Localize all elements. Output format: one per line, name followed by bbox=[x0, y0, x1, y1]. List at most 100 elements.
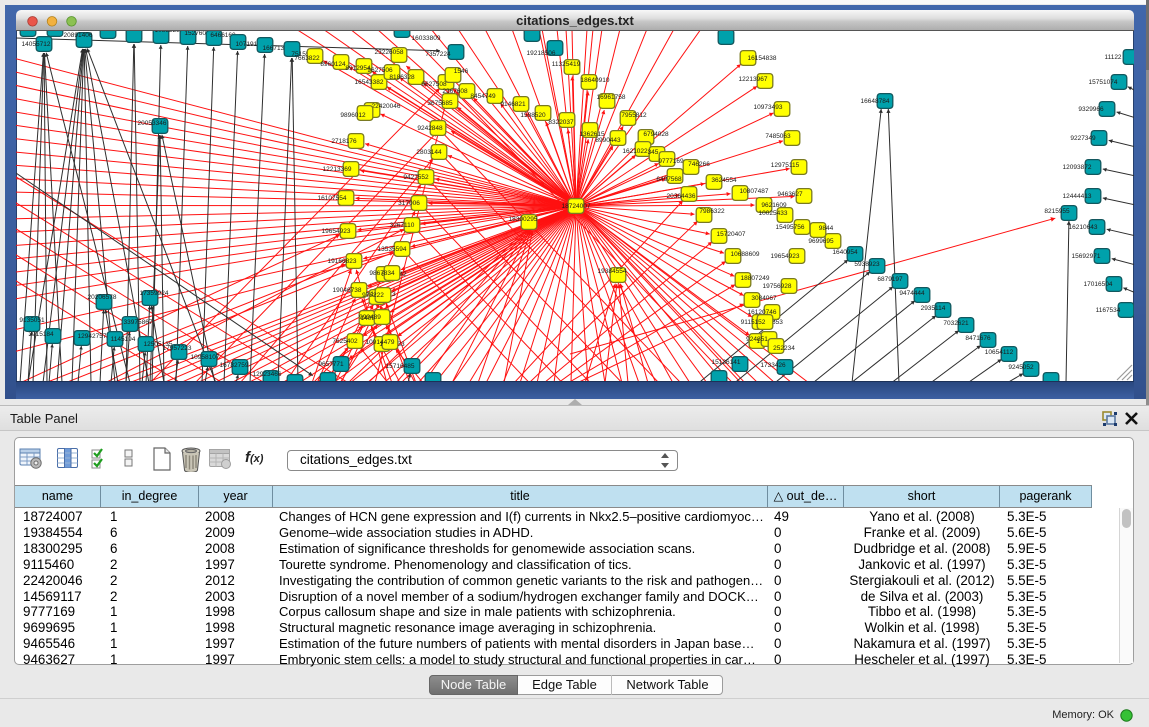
svg-text:3267110: 3267110 bbox=[390, 222, 415, 229]
svg-text:18300295: 18300295 bbox=[509, 216, 538, 223]
svg-text:7986322: 7986322 bbox=[699, 208, 725, 215]
svg-text:8471676: 8471676 bbox=[965, 335, 991, 342]
svg-text:8215955: 8215955 bbox=[1044, 208, 1070, 215]
svg-text:9329966: 9329966 bbox=[1078, 106, 1104, 113]
svg-text:16154838: 16154838 bbox=[748, 55, 777, 62]
svg-text:1733426: 1733426 bbox=[760, 362, 786, 369]
svg-text:990489: 990489 bbox=[359, 314, 381, 321]
svg-text:9115152: 9115152 bbox=[741, 319, 766, 326]
svg-text:10937159: 10937159 bbox=[122, 31, 151, 32]
svg-text:7625402: 7625402 bbox=[332, 338, 358, 345]
svg-text:16961758: 16961758 bbox=[597, 94, 626, 101]
svg-text:9657771: 9657771 bbox=[318, 361, 344, 368]
svg-text:11122: 11122 bbox=[1104, 54, 1121, 61]
svg-text:746266: 746266 bbox=[688, 161, 710, 168]
svg-text:6794028: 6794028 bbox=[643, 131, 669, 138]
svg-text:6497568: 6497568 bbox=[656, 176, 682, 183]
svg-text:17957223: 17957223 bbox=[163, 345, 192, 352]
svg-text:33975867: 33975867 bbox=[124, 319, 153, 326]
svg-text:2087682: 2087682 bbox=[715, 31, 741, 33]
svg-text:18640910: 18640910 bbox=[581, 77, 610, 84]
svg-text:7485063: 7485063 bbox=[765, 133, 791, 140]
svg-text:3675685: 3675685 bbox=[427, 100, 453, 107]
svg-text:22420046: 22420046 bbox=[372, 103, 401, 110]
svg-text:19654923: 19654923 bbox=[771, 253, 800, 260]
svg-text:8454749: 8454749 bbox=[470, 93, 496, 100]
svg-text:20364436: 20364436 bbox=[667, 193, 696, 200]
svg-text:9474444: 9474444 bbox=[899, 290, 925, 297]
svg-text:1588520: 1588520 bbox=[520, 112, 546, 119]
svg-text:10688609: 10688609 bbox=[731, 251, 760, 258]
svg-text:16648784: 16648784 bbox=[861, 98, 890, 105]
svg-text:14055712: 14055712 bbox=[22, 41, 51, 48]
svg-text:10973493: 10973493 bbox=[754, 104, 783, 111]
svg-text:3915184: 3915184 bbox=[28, 331, 54, 338]
svg-text:9777169: 9777169 bbox=[658, 158, 684, 165]
svg-text:3624554: 3624554 bbox=[711, 177, 737, 184]
svg-text:1621022: 1621022 bbox=[622, 148, 648, 155]
svg-text:2935114: 2935114 bbox=[921, 305, 946, 312]
svg-text:9627506: 9627506 bbox=[367, 67, 393, 74]
svg-text:8990443: 8990443 bbox=[595, 137, 621, 144]
svg-text:3084067: 3084067 bbox=[751, 295, 777, 302]
svg-text:19756928: 19756928 bbox=[763, 283, 792, 290]
svg-text:252234: 252234 bbox=[773, 345, 795, 352]
svg-text:1145194: 1145194 bbox=[111, 336, 136, 343]
svg-text:12942757: 12942757 bbox=[78, 333, 107, 340]
svg-text:12975115: 12975115 bbox=[771, 162, 800, 169]
svg-text:17016504: 17016504 bbox=[1084, 281, 1113, 288]
svg-text:15495756: 15495756 bbox=[776, 224, 805, 231]
svg-text:16033809: 16033809 bbox=[412, 35, 441, 42]
svg-text:11325419: 11325419 bbox=[552, 61, 581, 68]
svg-text:9463627: 9463627 bbox=[777, 191, 803, 198]
svg-text:19384554: 19384554 bbox=[598, 268, 627, 275]
svg-text:9867834: 9867834 bbox=[369, 270, 395, 277]
svg-text:19218506: 19218506 bbox=[527, 50, 556, 57]
svg-text:12923466: 12923466 bbox=[253, 371, 282, 378]
svg-text:16782759: 16782759 bbox=[220, 362, 249, 369]
svg-text:10914479: 10914479 bbox=[366, 339, 395, 346]
svg-text:2803144: 2803144 bbox=[416, 149, 442, 156]
svg-text:23226058: 23226058 bbox=[375, 49, 404, 56]
svg-text:2718176: 2718176 bbox=[331, 138, 357, 145]
svg-text:9844: 9844 bbox=[819, 225, 834, 232]
svg-text:15136141: 15136141 bbox=[712, 359, 741, 366]
svg-text:9146821: 9146821 bbox=[500, 101, 526, 108]
svg-text:16210643: 16210643 bbox=[1069, 224, 1098, 231]
svg-text:9227349: 9227349 bbox=[1070, 135, 1096, 142]
svg-text:9135051: 9135051 bbox=[19, 317, 45, 324]
svg-text:978222: 978222 bbox=[362, 292, 384, 299]
svg-text:8322037: 8322037 bbox=[548, 119, 574, 126]
svg-text:19166823: 19166823 bbox=[328, 258, 357, 265]
svg-text:1167534: 1167534 bbox=[1096, 307, 1121, 314]
svg-text:15692971: 15692971 bbox=[1072, 253, 1101, 260]
svg-text:7955812: 7955812 bbox=[621, 112, 647, 119]
svg-text:15716485: 15716485 bbox=[386, 363, 415, 370]
svg-text:9242848: 9242848 bbox=[417, 125, 443, 132]
svg-text:317006: 317006 bbox=[398, 200, 420, 207]
svg-text:9699695: 9699695 bbox=[808, 238, 834, 245]
svg-text:8960124: 8960124 bbox=[320, 61, 346, 68]
svg-text:1546: 1546 bbox=[454, 68, 469, 75]
svg-text:5938923: 5938923 bbox=[854, 261, 880, 268]
svg-text:1640954: 1640954 bbox=[832, 249, 858, 256]
svg-text:20891406: 20891406 bbox=[64, 32, 93, 39]
svg-text:19046738: 19046738 bbox=[333, 287, 362, 294]
svg-text:9427552: 9427552 bbox=[403, 174, 429, 181]
svg-text:16107554: 16107554 bbox=[318, 195, 347, 202]
svg-text:10654112: 10654112 bbox=[985, 349, 1014, 356]
svg-text:7663822: 7663822 bbox=[294, 55, 320, 62]
svg-text:12213369: 12213369 bbox=[323, 166, 352, 173]
svg-text:10853287: 10853287 bbox=[155, 31, 184, 34]
svg-text:12213967: 12213967 bbox=[739, 76, 768, 83]
svg-text:9896012: 9896012 bbox=[340, 112, 366, 119]
svg-text:7357224: 7357224 bbox=[425, 51, 451, 58]
svg-text:8186328: 8186328 bbox=[389, 74, 415, 81]
svg-text:10807487: 10807487 bbox=[740, 188, 769, 195]
svg-text:15751074: 15751074 bbox=[1089, 79, 1118, 86]
svg-text:10958107: 10958107 bbox=[191, 354, 220, 361]
svg-text:9627508: 9627508 bbox=[421, 81, 447, 88]
svg-text:20053346: 20053346 bbox=[138, 120, 167, 127]
svg-text:17359924: 17359924 bbox=[140, 290, 169, 297]
svg-text:18807249: 18807249 bbox=[741, 275, 770, 282]
